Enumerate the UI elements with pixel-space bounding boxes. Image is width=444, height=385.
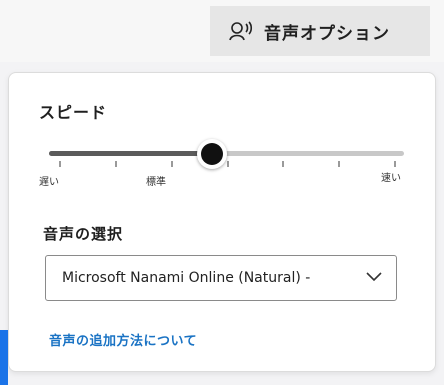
- voice-speaker-icon: [229, 21, 253, 41]
- speed-label-normal: 標準: [146, 177, 166, 188]
- speed-slider-tick: [338, 161, 341, 167]
- speed-slider-tick: [59, 161, 61, 167]
- left-accent-bar: [0, 330, 8, 385]
- toolbar: 音声オプション: [0, 0, 444, 62]
- voice-select-title: 音声の選択: [43, 225, 124, 243]
- voice-select-dropdown[interactable]: Microsoft Nanami Online (Natural) -: [45, 255, 397, 301]
- speed-label-slow: 遅い: [39, 177, 59, 188]
- speed-slider-tick: [114, 161, 117, 167]
- speed-slider-tick: [394, 161, 396, 167]
- speed-slider-tick: [226, 161, 229, 167]
- speed-slider-fill: [49, 151, 213, 156]
- speed-title: スピード: [39, 103, 108, 122]
- speed-label-fast: 速い: [381, 173, 401, 184]
- chevron-down-icon: [366, 272, 382, 282]
- speed-slider-tick: [282, 161, 285, 167]
- voice-options-label: 音声オプション: [264, 23, 390, 44]
- voice-options-button[interactable]: 音声オプション: [210, 6, 430, 56]
- speed-slider-thumb-dot: [201, 143, 224, 165]
- voice-options-panel: スピード 遅い 標準 速い 音声の選択 Microsoft Nanami Onl…: [8, 72, 436, 372]
- speed-slider-tick: [170, 161, 173, 167]
- voice-select-value: Microsoft Nanami Online (Natural) -: [62, 270, 311, 286]
- voice-options-screen: 音声オプション スピード 遅い 標準 速い 音声の選択 Microsoft Na…: [0, 0, 444, 385]
- add-voice-help-link[interactable]: 音声の追加方法について: [49, 330, 197, 349]
- speed-slider-thumb[interactable]: [197, 139, 228, 169]
